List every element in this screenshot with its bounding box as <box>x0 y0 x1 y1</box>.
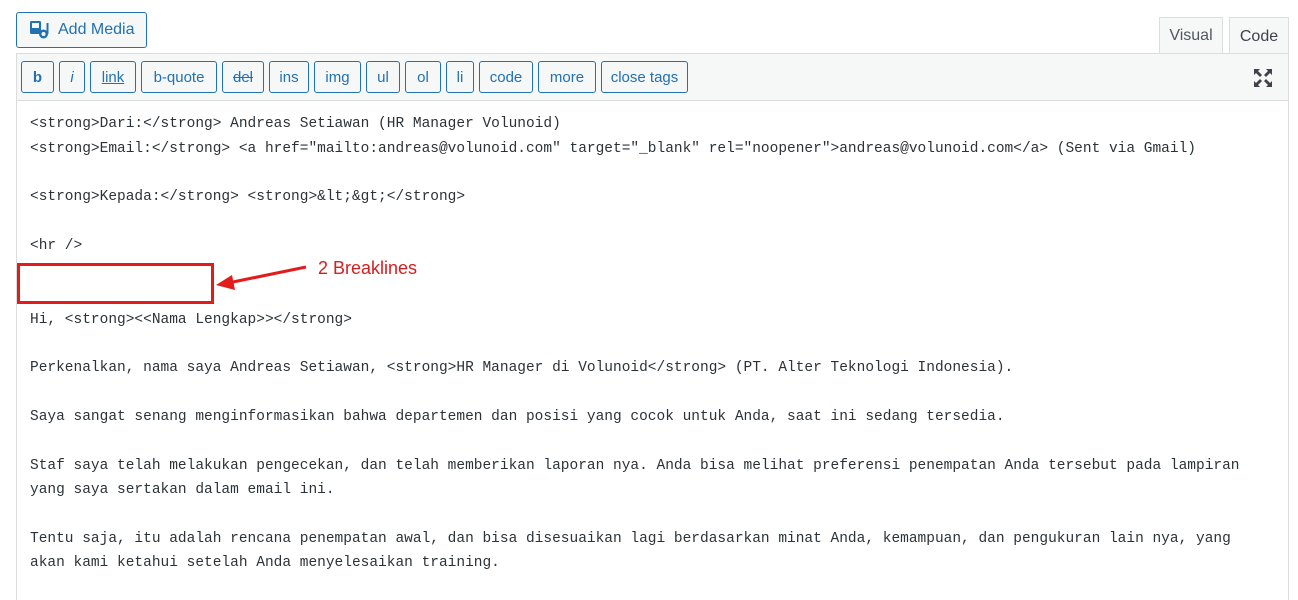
code-line: Saya sangat senang menginformasikan bahw… <box>30 409 1005 425</box>
bold-button[interactable]: b <box>21 61 54 93</box>
add-media-button[interactable]: Add Media <box>16 12 147 48</box>
link-button[interactable]: link <box>90 61 136 93</box>
highlight-box <box>17 263 214 304</box>
annotation-label: 2 Breaklines <box>318 258 418 278</box>
editor-frame: b i link b-quote del ins img ul ol li co… <box>16 53 1289 600</box>
ul-button[interactable]: ul <box>366 61 400 93</box>
code-line: <strong>Kepada:</strong> <strong>&lt;&gt… <box>30 189 466 205</box>
close-tags-button[interactable]: close tags <box>601 61 688 93</box>
code-line: yang saya sertakan dalam email ini. <box>30 482 335 498</box>
italic-button[interactable]: i <box>59 61 85 93</box>
code-line: <strong>Email:</strong> <a href="mailto:… <box>30 141 1196 157</box>
del-button[interactable]: del <box>222 61 264 93</box>
code-line: Hi, <strong><<Nama Lengkap>></strong> <box>30 312 352 328</box>
code-button[interactable]: code <box>479 61 533 93</box>
img-button[interactable]: img <box>314 61 361 93</box>
ins-button[interactable]: ins <box>269 61 309 93</box>
more-button[interactable]: more <box>538 61 596 93</box>
media-icon <box>30 21 49 39</box>
code-line: Perkenalkan, nama saya Andreas Setiawan,… <box>30 360 1014 376</box>
tab-code[interactable]: Code <box>1229 17 1289 55</box>
code-line: <hr /> <box>30 238 83 254</box>
code-line: Staf saya telah melakukan pengecekan, da… <box>30 458 1240 474</box>
blockquote-button[interactable]: b-quote <box>141 61 217 93</box>
code-line: Tentu saja, itu adalah rencana penempata… <box>30 531 1231 547</box>
arrow-left-icon <box>216 265 307 290</box>
add-media-label: Add Media <box>58 21 135 38</box>
ol-button[interactable]: ol <box>405 61 441 93</box>
li-button[interactable]: li <box>446 61 474 93</box>
code-line: akan kami ketahui setelah Anda menyelesa… <box>30 555 500 571</box>
code-line: <strong>Dari:</strong> Andreas Setiawan … <box>30 116 561 132</box>
fullscreen-icon[interactable] <box>1252 67 1274 89</box>
quicktags-toolbar: b i link b-quote del ins img ul ol li co… <box>17 54 1288 101</box>
tab-visual[interactable]: Visual <box>1159 17 1223 54</box>
